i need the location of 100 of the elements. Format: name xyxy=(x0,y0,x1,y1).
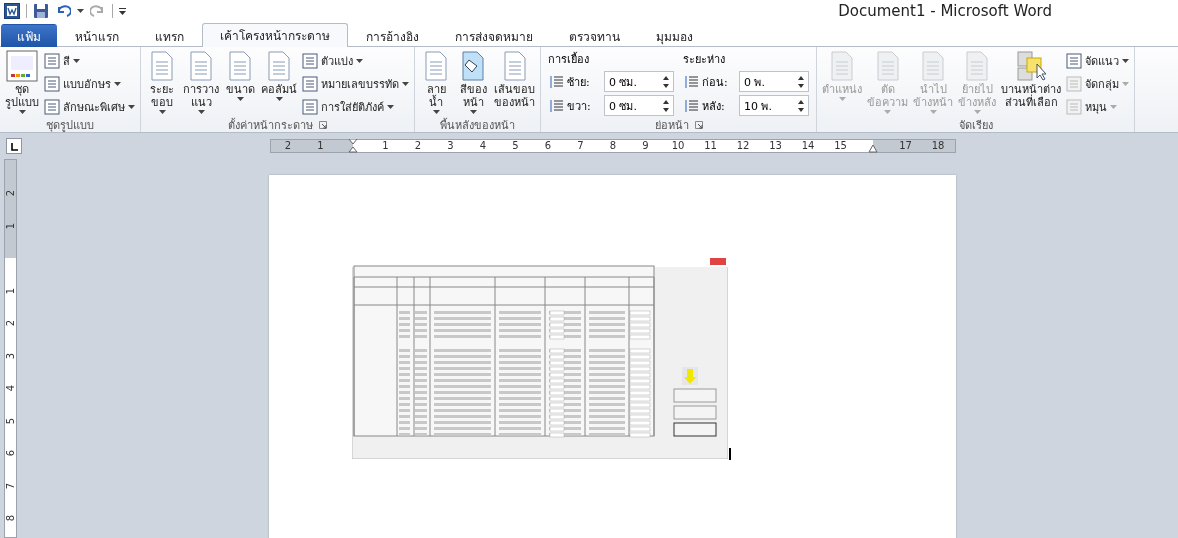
ruler-number: 3 xyxy=(4,351,17,361)
save-icon[interactable] xyxy=(33,3,49,19)
tab-stop-button[interactable] xyxy=(6,138,22,154)
tab-stop-icon xyxy=(9,141,19,151)
ruler-number: 2 xyxy=(414,140,422,152)
ribbon-button[interactable]: การวาง แนว xyxy=(181,49,221,117)
ruler-number: 13 xyxy=(769,140,782,152)
caret-icon xyxy=(432,110,440,114)
indent-icon xyxy=(548,97,564,114)
ruler-number: 1 xyxy=(317,140,324,152)
caret-icon xyxy=(929,110,937,114)
field-label: ก่อน: xyxy=(702,74,729,91)
spin-field[interactable]: 0 พ. xyxy=(739,71,809,93)
ribbon-tab[interactable]: หน้าแรก xyxy=(57,24,137,47)
ribbon-item-icon xyxy=(1066,53,1082,70)
ribbon-item-icon xyxy=(302,53,318,70)
caret-icon xyxy=(1122,59,1129,64)
caret-icon xyxy=(73,59,80,64)
caret-icon xyxy=(356,59,363,64)
window-title: Document1 - Microsoft Word xyxy=(838,2,1052,20)
ribbon-button[interactable]: หมายเลขบรรทัด xyxy=(300,73,411,95)
ribbon-item-icon xyxy=(44,53,60,70)
ruler-number: 2 xyxy=(4,318,17,329)
ribbon-button[interactable]: ลักษณะพิเศษ xyxy=(42,96,137,117)
ribbon-button[interactable]: ชุด รูปแบบ xyxy=(3,49,41,117)
ribbon-tab[interactable]: ตรวจทาน xyxy=(551,24,638,47)
ruler-number: 5 xyxy=(4,416,17,426)
undo-icon[interactable] xyxy=(55,3,71,19)
selection-pane-icon xyxy=(1015,50,1047,82)
ribbon-button[interactable]: จัดแนว xyxy=(1064,51,1131,72)
indent-icon xyxy=(548,73,564,90)
ruler-number: 6 xyxy=(4,448,17,459)
caret-icon xyxy=(1110,104,1117,109)
ruler-number: 8 xyxy=(4,513,17,524)
ribbon-item-icon xyxy=(302,98,318,115)
ruler-number: 1 xyxy=(4,286,17,296)
ribbon-item-icon xyxy=(44,76,60,92)
group-label: พื้นหลังของหน้า xyxy=(440,117,515,132)
caret-icon xyxy=(236,97,244,101)
ribbon-button[interactable]: การใส่ยัติภังค์ xyxy=(300,96,411,117)
ribbon-tab[interactable]: เค้าโครงหน้ากระดาษ xyxy=(202,23,348,47)
ribbon-button[interactable]: ระยะ ขอบ xyxy=(144,49,180,117)
indent-marker-icon[interactable] xyxy=(348,139,358,153)
ruler-number: 4 xyxy=(479,140,487,152)
dialog-launcher-icon[interactable] xyxy=(319,121,327,129)
customize-menu-icon[interactable] xyxy=(119,7,126,15)
field-heading: การเยื้อง xyxy=(548,51,590,68)
ribbon-button[interactable]: ตัวแบ่ง xyxy=(300,51,411,72)
ribbon-tab[interactable]: การอ้างอิง xyxy=(348,24,437,47)
app-logo-icon[interactable] xyxy=(4,3,20,19)
indent-icon xyxy=(683,73,699,90)
spin-field[interactable]: 0 ซม. xyxy=(604,95,674,117)
file-tab[interactable]: แฟ้ม xyxy=(1,24,57,47)
caret-icon xyxy=(77,9,84,13)
caret-icon xyxy=(114,82,121,86)
ribbon-button[interactable]: สีของ หน้า xyxy=(455,49,491,117)
ribbon-button[interactable]: บานหน้าต่าง ส่วนที่เลือก xyxy=(999,49,1063,117)
ruler-number: 11 xyxy=(704,140,717,152)
ribbon-tab[interactable]: แทรก xyxy=(137,24,202,47)
caret-icon xyxy=(402,82,409,86)
field-label: ซ้าย: xyxy=(567,74,591,91)
ribbon-button[interactable]: ลาย น้ำ xyxy=(418,49,454,117)
ruler-number: 9 xyxy=(642,140,649,152)
indent-icon xyxy=(683,97,699,114)
caret-icon xyxy=(128,104,135,109)
ribbon-button[interactable]: คอลัมน์ xyxy=(259,49,299,117)
ribbon-button[interactable]: เส้นขอบ ของหน้า xyxy=(492,49,537,117)
ribbon-item-icon xyxy=(44,98,60,115)
ruler-number: 5 xyxy=(512,140,519,152)
spin-field[interactable]: 10 พ. xyxy=(739,95,809,117)
caret-icon xyxy=(884,110,891,114)
caret-icon xyxy=(1122,82,1129,86)
spinner-arrows-icon xyxy=(798,75,804,88)
field-heading: ระยะห่าง xyxy=(683,51,726,68)
ribbon-tab[interactable]: มุมมอง xyxy=(638,24,711,47)
ruler-number: 7 xyxy=(4,481,17,491)
theme-icon xyxy=(6,50,38,82)
caret-icon xyxy=(197,110,205,114)
caret-icon xyxy=(838,97,846,101)
ruler-number: 2 xyxy=(284,140,292,152)
spin-field[interactable]: 0 ซม. xyxy=(604,71,674,93)
ribbon-tab[interactable]: การส่งจดหมาย xyxy=(437,24,551,47)
group-label: ชุดรูปแบบ xyxy=(46,117,94,132)
ruler-number: 7 xyxy=(577,140,584,152)
ruler-number: 15 xyxy=(834,140,847,152)
ribbon-item-icon xyxy=(302,76,318,92)
spinner-arrows-icon xyxy=(663,99,669,112)
caret-icon xyxy=(275,97,283,101)
ruler-number: 18 xyxy=(931,140,945,152)
ribbon-button[interactable]: ขนาด xyxy=(222,49,258,117)
ribbon-button[interactable]: แบบอักษร xyxy=(42,73,137,95)
spinner-arrows-icon xyxy=(663,75,669,88)
ruler-number: 12 xyxy=(736,140,750,152)
text-cursor xyxy=(729,448,731,460)
group-label: ย่อหน้า xyxy=(654,117,689,132)
ruler-number: 6 xyxy=(544,140,552,152)
ribbon-button[interactable]: สี xyxy=(42,51,137,72)
ruler-number: 1 xyxy=(4,221,17,231)
caret-icon xyxy=(387,104,394,109)
dialog-launcher-icon[interactable] xyxy=(694,121,703,129)
